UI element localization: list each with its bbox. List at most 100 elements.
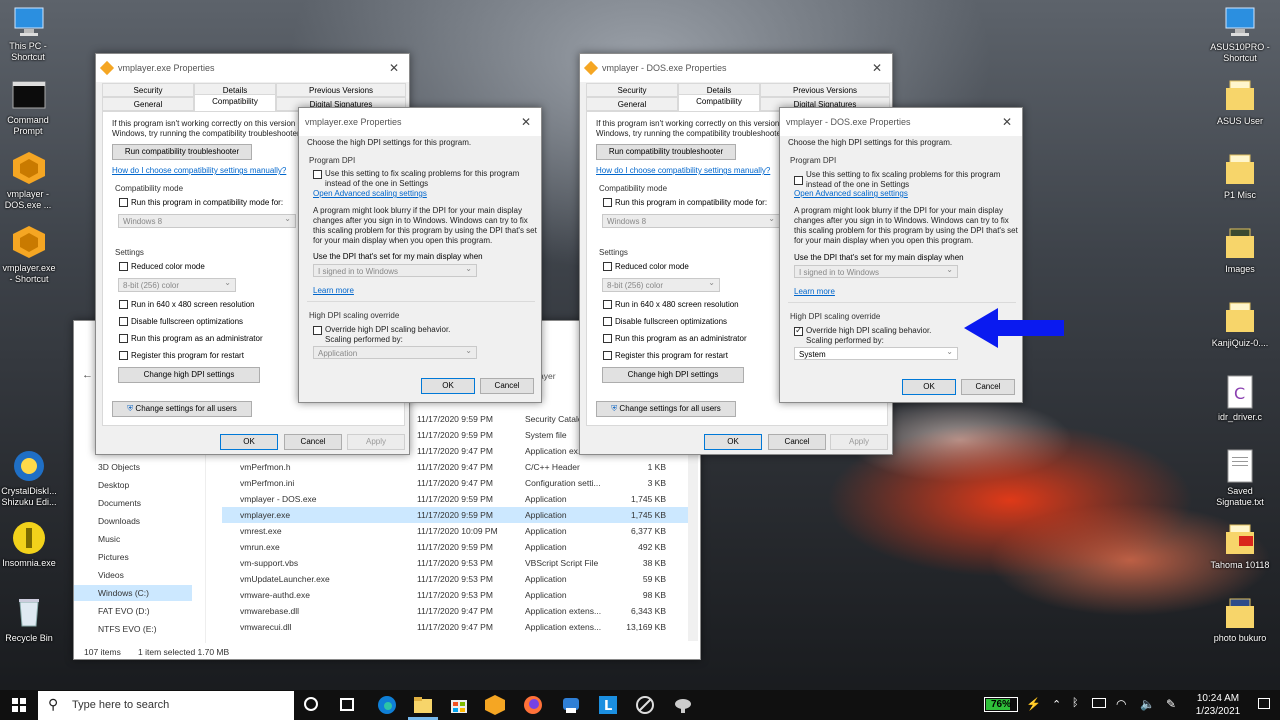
chevron-up-icon[interactable]: ⌃ — [1052, 698, 1061, 711]
tab-previous-versions[interactable]: Previous Versions — [760, 83, 890, 97]
override-checkbox[interactable] — [313, 326, 322, 335]
color-depth-select[interactable]: 8-bit (256) color — [602, 276, 720, 292]
edge-icon[interactable] — [376, 694, 398, 716]
wifi-icon[interactable]: ◠ — [1116, 697, 1126, 711]
explorer-back-icon[interactable]: ← — [82, 369, 93, 381]
bluetooth-icon[interactable]: ᛒ — [1072, 697, 1079, 709]
snip-tool-icon[interactable] — [634, 694, 656, 716]
admin-checkbox[interactable] — [603, 334, 612, 343]
advanced-scaling-link[interactable]: Open Advanced scaling settings — [794, 189, 908, 198]
fullscreen-opt-checkbox[interactable] — [119, 317, 128, 326]
nav-item-ntfs-evo-e[interactable]: NTFS EVO (E:) — [74, 621, 206, 637]
table-row[interactable]: vmwarebase.dll 11/17/2020 9:47 PM Applicat… — [222, 603, 692, 619]
run-troubleshooter-button[interactable]: Run compatibility troubleshooter — [112, 144, 252, 160]
use-setting-checkbox[interactable] — [313, 170, 322, 179]
tab-previous-versions[interactable]: Previous Versions — [276, 83, 406, 97]
table-row[interactable]: vmPerfmon.ini 11/17/2020 9:47 PM Configura… — [222, 475, 692, 491]
os-select[interactable]: Windows 8 — [602, 212, 780, 228]
file-explorer-icon[interactable] — [412, 694, 434, 716]
reduced-color-checkbox[interactable] — [603, 262, 612, 271]
res640-checkbox[interactable] — [603, 300, 612, 309]
tab-general[interactable]: General — [102, 97, 194, 111]
table-row[interactable]: vmrest.exe 11/17/2020 10:09 PM Application… — [222, 523, 692, 539]
task-view-icon[interactable] — [340, 698, 354, 711]
nav-item-3d-objects[interactable]: 3D Objects — [74, 459, 206, 475]
chat-app-icon[interactable] — [560, 694, 582, 716]
ok-button[interactable]: OK — [421, 378, 475, 394]
reduced-color-checkbox[interactable] — [119, 262, 128, 271]
nav-item-videos[interactable]: Videos — [74, 567, 206, 583]
restart-checkbox[interactable] — [603, 351, 612, 360]
table-row[interactable]: vmrun.exe 11/17/2020 9:59 PM Application 49… — [222, 539, 692, 555]
table-row[interactable]: vmUpdateLauncher.exe 11/17/2020 9:53 PM Ap… — [222, 571, 692, 587]
table-row[interactable]: vmware-authd.exe 11/17/2020 9:53 PM Applic… — [222, 587, 692, 603]
table-row[interactable]: vm-support.vbs 11/17/2020 9:53 PM VBScript… — [222, 555, 692, 571]
cancel-button[interactable]: Cancel — [480, 378, 534, 394]
cancel-button[interactable]: Cancel — [768, 434, 826, 450]
change-high-dpi-button[interactable]: Change high DPI settings — [118, 367, 260, 383]
l-app-icon[interactable]: L — [597, 694, 619, 716]
volume-icon[interactable]: 🔈 — [1140, 697, 1155, 711]
fullscreen-opt-checkbox[interactable] — [603, 317, 612, 326]
table-row[interactable]: vmPerfmon.h 11/17/2020 9:47 PM C/C++ Heade… — [222, 459, 692, 475]
apply-button[interactable]: Apply — [347, 434, 405, 450]
tab-security[interactable]: Security — [102, 83, 194, 97]
nav-item-documents[interactable]: Documents — [74, 495, 206, 511]
ok-button[interactable]: OK — [220, 434, 278, 450]
tab-general[interactable]: General — [586, 97, 678, 111]
restart-checkbox[interactable] — [119, 351, 128, 360]
notification-icon[interactable] — [1258, 698, 1270, 709]
compat-mode-checkbox[interactable] — [119, 198, 128, 207]
use-setting-checkbox[interactable] — [794, 176, 803, 185]
store-icon[interactable] — [448, 694, 470, 716]
table-row[interactable]: vmplayer - DOS.exe 11/17/2020 9:59 PM Appl… — [222, 491, 692, 507]
advanced-scaling-link[interactable]: Open Advanced scaling settings — [313, 189, 427, 198]
cancel-button[interactable]: Cancel — [284, 434, 342, 450]
scaling-performed-select[interactable]: Application — [313, 344, 477, 359]
tab-compatibility[interactable]: Compatibility — [678, 94, 760, 112]
clock[interactable]: 10:24 AM 1/23/2021 — [1186, 692, 1250, 718]
admin-checkbox[interactable] — [119, 334, 128, 343]
firefox-icon[interactable] — [522, 694, 544, 716]
signin-select[interactable]: I signed in to Windows — [313, 262, 477, 277]
battery-indicator[interactable]: 76% — [984, 697, 1018, 712]
taskbar-search-box[interactable]: ⚲ Type here to search — [38, 691, 294, 720]
nav-item-downloads[interactable]: Downloads — [74, 513, 206, 529]
color-depth-select[interactable]: 8-bit (256) color — [118, 276, 236, 292]
compat-mode-checkbox[interactable] — [603, 198, 612, 207]
change-high-dpi-button[interactable]: Change high DPI settings — [602, 367, 744, 383]
close-icon[interactable]: ✕ — [521, 115, 531, 129]
apply-button[interactable]: Apply — [830, 434, 888, 450]
usb-icon[interactable] — [1092, 698, 1106, 708]
how-to-choose-link[interactable]: How do I choose compatibility settings m… — [112, 166, 286, 175]
tab-security[interactable]: Security — [586, 83, 678, 97]
os-select[interactable]: Windows 8 — [118, 212, 296, 228]
learn-more-link[interactable]: Learn more — [794, 287, 835, 296]
res640-checkbox[interactable] — [119, 300, 128, 309]
vmware-taskbar-icon[interactable] — [484, 694, 506, 716]
change-all-users-button[interactable]: ⛨ Change settings for all users — [596, 401, 736, 417]
nav-item-fat-evo-d[interactable]: FAT EVO (D:) — [74, 603, 206, 619]
how-to-choose-link[interactable]: How do I choose compatibility settings m… — [596, 166, 770, 175]
nav-item-music[interactable]: Music — [74, 531, 206, 547]
override-checkbox[interactable] — [794, 325, 803, 336]
ok-button[interactable]: OK — [902, 379, 956, 395]
pen-icon[interactable]: ✎ — [1166, 697, 1176, 711]
tab-compatibility[interactable]: Compatibility — [194, 94, 276, 112]
table-row[interactable]: vmwarecui.dll 11/17/2020 9:47 PM Applicati… — [222, 619, 692, 635]
scaling-performed-select[interactable]: System — [794, 345, 958, 360]
run-troubleshooter-button[interactable]: Run compatibility troubleshooter — [596, 144, 736, 160]
network-app-icon[interactable] — [672, 694, 694, 716]
power-plug-icon[interactable]: ⚡ — [1026, 697, 1041, 711]
ok-button[interactable]: OK — [704, 434, 762, 450]
nav-item-desktop[interactable]: Desktop — [74, 477, 206, 493]
close-icon[interactable]: ✕ — [872, 61, 882, 75]
close-icon[interactable]: ✕ — [389, 61, 399, 75]
signin-select[interactable]: I signed in to Windows — [794, 263, 958, 278]
nav-item-pictures[interactable]: Pictures — [74, 549, 206, 565]
table-row-selected[interactable]: vmplayer.exe 11/17/2020 9:59 PM Applicatio… — [222, 507, 692, 523]
close-icon[interactable]: ✕ — [1002, 115, 1012, 129]
cancel-button[interactable]: Cancel — [961, 379, 1015, 395]
nav-item-windows-c[interactable]: Windows (C:) — [74, 585, 192, 601]
change-all-users-button[interactable]: ⛨ Change settings for all users — [112, 401, 252, 417]
